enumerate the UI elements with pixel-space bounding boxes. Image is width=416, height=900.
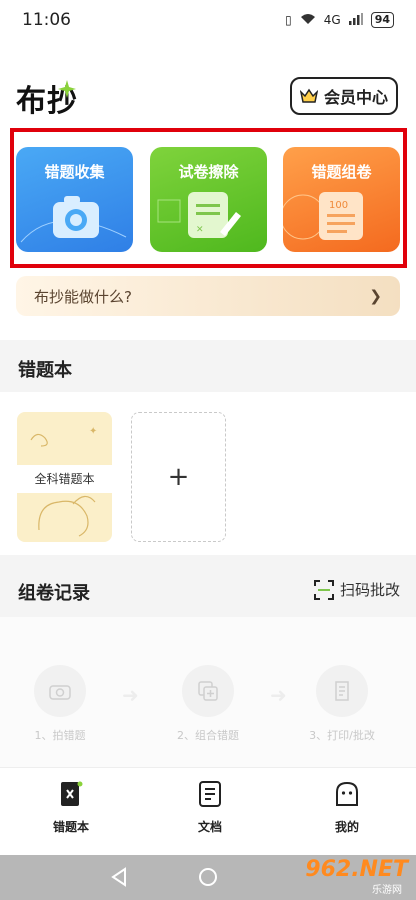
- nav-label: 我的: [334, 820, 359, 834]
- back-icon[interactable]: [110, 867, 128, 887]
- battery-indicator: 94: [370, 12, 394, 28]
- watermark-subtitle: 乐游网: [372, 885, 402, 896]
- notebook-card-label: 全科错题本: [17, 465, 112, 493]
- nav-label: 错题本: [52, 820, 89, 834]
- records-section-title: 组卷记录: [18, 583, 90, 604]
- step-label: 3、打印/批改: [309, 729, 375, 742]
- camera-icon: [34, 665, 86, 717]
- watermark-logo: 962.NET: [305, 857, 408, 882]
- status-time: 11:06: [22, 10, 71, 30]
- sparkle-icon: [58, 80, 76, 98]
- document-icon: [196, 780, 224, 808]
- wifi-icon: [300, 13, 316, 28]
- feature-card-label: 错题组卷: [311, 163, 372, 181]
- vip-center-button[interactable]: 会员中心: [290, 77, 398, 115]
- step-label: 1、拍错题: [34, 729, 86, 742]
- feature-card-label: 试卷擦除: [178, 163, 239, 181]
- system-nav-bar: 962.NET 乐游网: [0, 855, 416, 900]
- step-item: 3、打印/批改: [287, 665, 397, 743]
- help-banner[interactable]: 布抄能做什么? ❯: [16, 276, 400, 316]
- notebook-icon: [57, 780, 85, 808]
- chevron-right-icon: ❯: [369, 287, 382, 305]
- notebook-card[interactable]: ✦ 全科错题本: [17, 412, 112, 542]
- nav-label: 文档: [197, 820, 222, 834]
- network-type: 4G: [323, 13, 341, 27]
- svg-text:✦: ✦: [89, 426, 97, 437]
- home-icon[interactable]: [198, 867, 218, 887]
- feature-card-erase[interactable]: 试卷擦除 ✕: [150, 147, 267, 252]
- records-empty-state: 1、拍错题 ➜ 2、组合错题 ➜ 3、打印/批改: [0, 617, 416, 767]
- scan-correct-label: 扫码批改: [339, 581, 400, 599]
- nav-item-notebook[interactable]: 错题本: [31, 780, 111, 835]
- feature-card-compose[interactable]: 错题组卷 100: [283, 147, 400, 252]
- help-banner-text: 布抄能做什么?: [34, 287, 132, 306]
- bottom-nav: 错题本 文档 我的: [0, 767, 416, 855]
- svg-text:100: 100: [329, 200, 348, 211]
- svg-text:✕: ✕: [196, 225, 204, 235]
- step-item: 1、拍错题: [5, 665, 115, 743]
- combine-icon: [182, 665, 234, 717]
- print-icon: [316, 665, 368, 717]
- arrow-right-icon: ➜: [122, 683, 139, 707]
- camera-icon: [20, 196, 127, 243]
- feature-card-collect[interactable]: 错题收集: [16, 147, 133, 252]
- scan-icon: [313, 579, 334, 600]
- document-eraser-icon: ✕: [157, 192, 241, 238]
- add-notebook-button[interactable]: +: [131, 412, 226, 542]
- scan-correct-button[interactable]: 扫码批改: [313, 579, 400, 600]
- nav-item-documents[interactable]: 文档: [170, 780, 250, 835]
- arrow-right-icon: ➜: [270, 683, 287, 707]
- score-paper-icon: 100: [283, 192, 363, 240]
- step-label: 2、组合错题: [177, 729, 239, 742]
- notebook-area: ✦ 全科错题本 +: [0, 392, 416, 555]
- plus-icon: +: [167, 462, 190, 492]
- step-item: 2、组合错题: [153, 665, 263, 743]
- crown-icon: [299, 88, 318, 103]
- profile-icon: [333, 780, 361, 808]
- feature-card-label: 错题收集: [44, 163, 105, 181]
- notebook-section-title: 错题本: [18, 360, 72, 381]
- records-header: 组卷记录 扫码批改: [0, 555, 416, 617]
- signal-icon: [348, 12, 363, 28]
- vibrate-icon: ▯: [285, 13, 292, 27]
- vip-center-label: 会员中心: [323, 88, 388, 107]
- status-icons: ▯ 4G 94: [285, 12, 394, 28]
- top-section: 布抄 会员中心 错题收集 试卷擦除 ✕ 错题组卷 100 布抄能做什么? ❯: [0, 40, 416, 340]
- nav-item-profile[interactable]: 我的: [307, 780, 387, 835]
- status-bar: 11:06 ▯ 4G 94: [0, 0, 416, 40]
